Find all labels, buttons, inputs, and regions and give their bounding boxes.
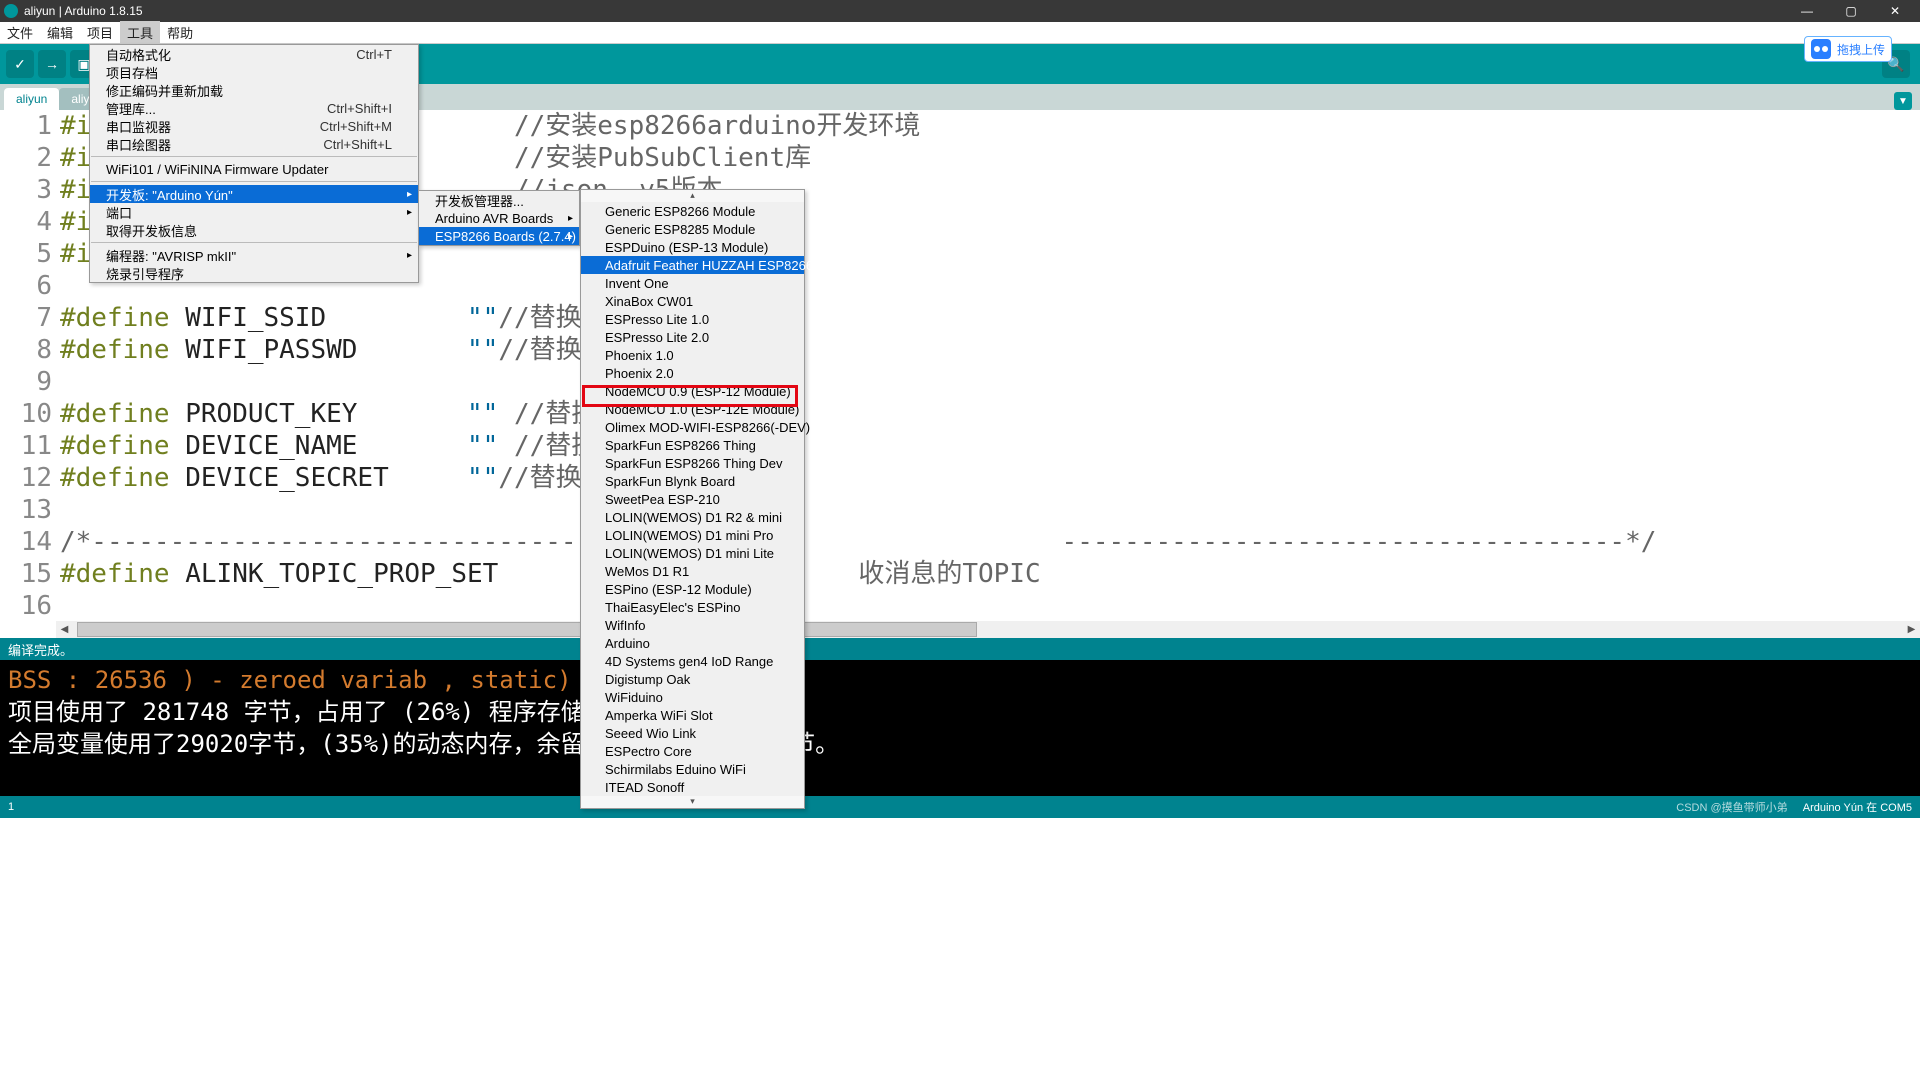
tools-item[interactable]: 端口 — [90, 203, 418, 221]
esp-board-item[interactable]: WiFiduino — [581, 688, 804, 706]
board-port-status: Arduino Yún 在 COM5 — [1803, 802, 1912, 814]
esp-board-item[interactable]: Phoenix 1.0 — [581, 346, 804, 364]
horizontal-scrollbar[interactable]: ◀ ▶ — [56, 621, 1920, 638]
tools-item[interactable]: 项目存档 — [90, 63, 418, 81]
boards-item[interactable]: 开发板管理器... — [419, 191, 579, 209]
close-button[interactable]: ✕ — [1882, 4, 1908, 18]
tools-item[interactable]: WiFi101 / WiFiNINA Firmware Updater — [90, 160, 418, 178]
esp-board-item[interactable]: Amperka WiFi Slot — [581, 706, 804, 724]
esp-board-item[interactable]: ESPDuino (ESP-13 Module) — [581, 238, 804, 256]
menu-项目[interactable]: 项目 — [80, 21, 120, 44]
tools-item[interactable]: 串口绘图器Ctrl+Shift+L — [90, 135, 418, 153]
line-gutter: 12345678910111213141516 — [0, 110, 56, 622]
cloud-icon — [1811, 39, 1831, 59]
esp-board-item[interactable]: LOLIN(WEMOS) D1 R2 & mini — [581, 508, 804, 526]
esp-board-item[interactable]: 4D Systems gen4 IoD Range — [581, 652, 804, 670]
esp-board-item[interactable]: WifInfo — [581, 616, 804, 634]
esp-board-item[interactable]: Generic ESP8266 Module — [581, 202, 804, 220]
esp-board-item[interactable]: ThaiEasyElec's ESPino — [581, 598, 804, 616]
esp-board-item[interactable]: Adafruit Feather HUZZAH ESP8266 — [581, 256, 804, 274]
maximize-button[interactable]: ▢ — [1838, 4, 1864, 18]
scroll-left-icon[interactable]: ◀ — [56, 621, 73, 638]
drag-upload-label: 拖拽上传 — [1837, 41, 1885, 58]
menu-编辑[interactable]: 编辑 — [40, 21, 80, 44]
minimize-button[interactable]: — — [1794, 4, 1820, 18]
esp-board-item[interactable]: LOLIN(WEMOS) D1 mini Pro — [581, 526, 804, 544]
tools-item[interactable]: 烧录引导程序 — [90, 264, 418, 282]
esp-board-item[interactable]: Arduino — [581, 634, 804, 652]
scrollbar-thumb[interactable] — [77, 622, 977, 637]
esp8266-boards-submenu[interactable]: ▴Generic ESP8266 ModuleGeneric ESP8285 M… — [580, 189, 805, 809]
tools-item[interactable]: 修正编码并重新加载 — [90, 81, 418, 99]
esp-board-item[interactable]: ESPresso Lite 2.0 — [581, 328, 804, 346]
boards-item[interactable]: Arduino AVR Boards — [419, 209, 579, 227]
footer-line: 1 — [8, 801, 28, 813]
scroll-down-icon[interactable]: ▾ — [581, 796, 804, 808]
menubar: 文件编辑项目工具帮助 — [0, 22, 1920, 44]
scroll-up-icon[interactable]: ▴ — [581, 190, 804, 202]
titlebar: aliyun | Arduino 1.8.15 — ▢ ✕ — [0, 0, 1920, 22]
esp-board-item[interactable]: ESPresso Lite 1.0 — [581, 310, 804, 328]
esp-board-item[interactable]: Invent One — [581, 274, 804, 292]
upload-button[interactable]: → — [38, 50, 66, 78]
boards-submenu[interactable]: 开发板管理器...Arduino AVR BoardsESP8266 Board… — [418, 190, 580, 246]
esp-board-item[interactable]: SweetPea ESP-210 — [581, 490, 804, 508]
tools-item[interactable]: 串口监视器Ctrl+Shift+M — [90, 117, 418, 135]
tools-item[interactable]: 开发板: "Arduino Yún" — [90, 185, 418, 203]
esp-board-item[interactable]: Generic ESP8285 Module — [581, 220, 804, 238]
esp-board-item[interactable]: ESPectro Core — [581, 742, 804, 760]
esp-board-item[interactable]: Seeed Wio Link — [581, 724, 804, 742]
arduino-logo-icon — [4, 4, 18, 18]
esp-board-item[interactable]: WeMos D1 R1 — [581, 562, 804, 580]
esp-board-item[interactable]: LOLIN(WEMOS) D1 mini Lite — [581, 544, 804, 562]
compile-status: 编译完成。 — [0, 638, 1920, 660]
menu-帮助[interactable]: 帮助 — [160, 21, 200, 44]
menu-工具[interactable]: 工具 — [120, 21, 160, 44]
esp-board-item[interactable]: SparkFun ESP8266 Thing — [581, 436, 804, 454]
esp-board-item[interactable]: NodeMCU 0.9 (ESP-12 Module) — [581, 382, 804, 400]
window-title: aliyun | Arduino 1.8.15 — [24, 4, 1794, 18]
boards-item[interactable]: ESP8266 Boards (2.7.4) — [419, 227, 579, 245]
tools-item[interactable]: 管理库...Ctrl+Shift+I — [90, 99, 418, 117]
output-console[interactable]: BSS : 26536 ) - zeroed variab , static) … — [0, 660, 1920, 796]
tab-aliyun[interactable]: aliyun — [4, 88, 59, 110]
tools-item[interactable]: 编程器: "AVRISP mkII" — [90, 246, 418, 264]
tools-menu[interactable]: 自动格式化Ctrl+T项目存档修正编码并重新加载管理库...Ctrl+Shift… — [89, 44, 419, 283]
esp-board-item[interactable]: ITEAD Sonoff — [581, 778, 804, 796]
menu-文件[interactable]: 文件 — [0, 21, 40, 44]
esp-board-item[interactable]: Phoenix 2.0 — [581, 364, 804, 382]
scroll-right-icon[interactable]: ▶ — [1903, 621, 1920, 638]
esp-board-item[interactable]: NodeMCU 1.0 (ESP-12E Module) — [581, 400, 804, 418]
esp-board-item[interactable]: Schirmilabs Eduino WiFi — [581, 760, 804, 778]
esp-board-item[interactable]: ESPino (ESP-12 Module) — [581, 580, 804, 598]
tab-menu-button[interactable]: ▼ — [1894, 92, 1912, 110]
verify-button[interactable]: ✓ — [6, 50, 34, 78]
tools-item[interactable]: 取得开发板信息 — [90, 221, 418, 239]
tools-item[interactable]: 自动格式化Ctrl+T — [90, 45, 418, 63]
drag-upload-badge[interactable]: 拖拽上传 — [1804, 36, 1892, 62]
esp-board-item[interactable]: Olimex MOD-WIFI-ESP8266(-DEV) — [581, 418, 804, 436]
esp-board-item[interactable]: XinaBox CW01 — [581, 292, 804, 310]
esp-board-item[interactable]: SparkFun Blynk Board — [581, 472, 804, 490]
watermark: CSDN @摸鱼带师小弟 — [1676, 802, 1787, 814]
esp-board-item[interactable]: Digistump Oak — [581, 670, 804, 688]
esp-board-item[interactable]: SparkFun ESP8266 Thing Dev — [581, 454, 804, 472]
footer: 1 CSDN @摸鱼带师小弟 Arduino Yún 在 COM5 — [0, 796, 1920, 818]
